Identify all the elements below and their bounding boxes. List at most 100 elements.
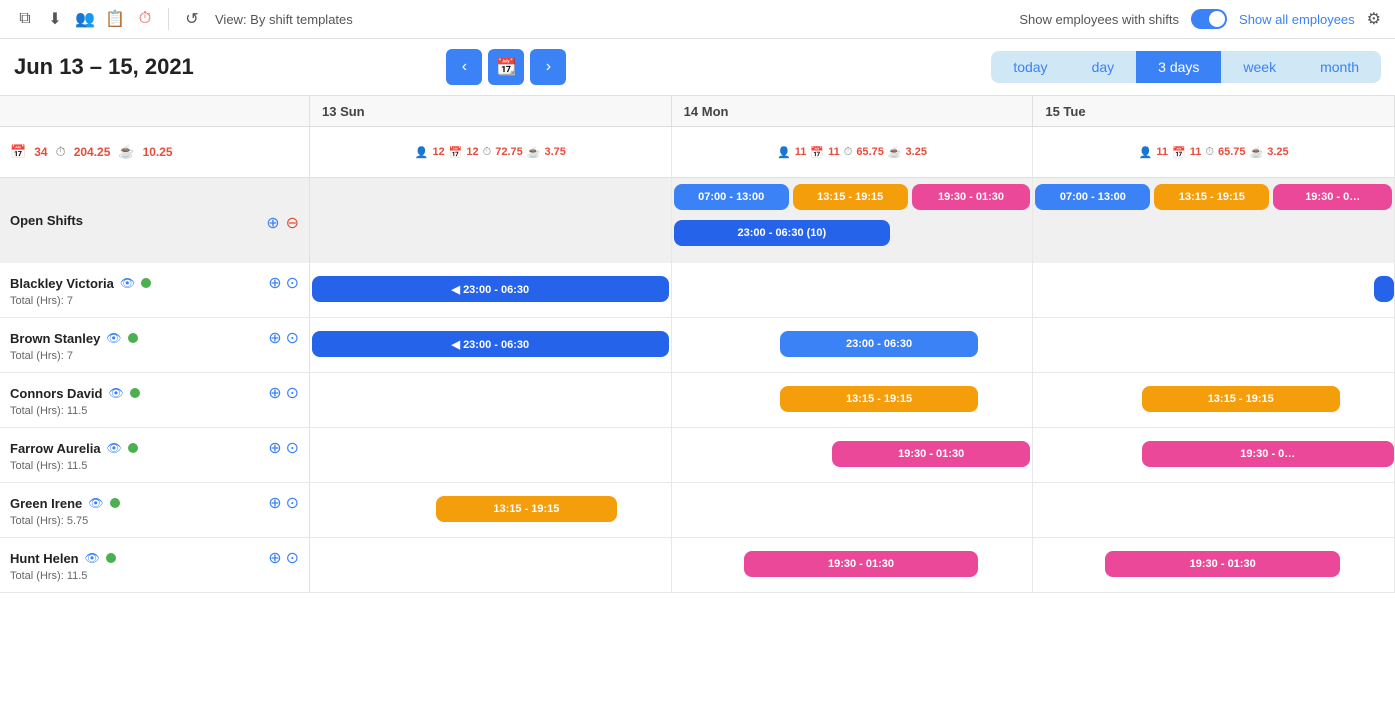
view-by-label: View: By shift templates bbox=[215, 12, 353, 27]
green-eye-icon[interactable]: 👁 bbox=[88, 496, 103, 510]
green-shift-0[interactable]: 13:15 - 19:15 bbox=[436, 496, 616, 522]
open-shifts-schedule: 07:00 - 13:00 13:15 - 19:15 19:30 - 01:3… bbox=[310, 178, 1395, 263]
farrow-add-icon[interactable]: ⊕ bbox=[268, 438, 281, 458]
date-range: Jun 13 – 15, 2021 bbox=[14, 54, 234, 80]
farrow-eye-icon[interactable]: 👁 bbox=[107, 441, 122, 455]
copy-icon[interactable]: ⧉ bbox=[14, 8, 36, 30]
day-button[interactable]: day bbox=[1070, 51, 1137, 83]
week-button[interactable]: week bbox=[1221, 51, 1298, 83]
day-stats: 👤 12 📅 12 ⏱ 72.75 ☕ 3.75 👤 11 📅 11 ⏱ 65 bbox=[310, 127, 1395, 177]
farrow-actions: ⊕ ⊙ bbox=[268, 438, 299, 458]
calendar-icon[interactable]: 📋 bbox=[104, 8, 126, 30]
day-stat-0: 👤 12 📅 12 ⏱ 72.75 ☕ 3.75 bbox=[310, 127, 672, 177]
connors-status-dot bbox=[130, 388, 140, 398]
employees-toggle[interactable] bbox=[1191, 9, 1227, 29]
today-button[interactable]: today bbox=[991, 51, 1069, 83]
d2-person: 11 bbox=[1156, 146, 1168, 158]
settings-icon[interactable]: ⚙ bbox=[1367, 9, 1381, 29]
green-add-icon[interactable]: ⊕ bbox=[268, 493, 281, 513]
header-right: 13 Sun 14 Mon 15 Tue bbox=[310, 96, 1395, 126]
connors-eye-icon[interactable]: 👁 bbox=[108, 386, 123, 400]
download-icon[interactable]: ⬇ bbox=[44, 8, 66, 30]
employee-row-farrow: Farrow Aurelia 👁 ⊕ ⊙ Total (Hrs): 11.5 1… bbox=[0, 428, 1395, 483]
open-shift-block-3[interactable]: 23:00 - 06:30 (10) bbox=[674, 220, 890, 246]
brown-actions: ⊕ ⊙ bbox=[268, 328, 299, 348]
blackley-eye-icon[interactable]: 👁 bbox=[120, 276, 135, 290]
toolbar-icons: ⧉ ⬇ 👥 📋 ⏱ ↺ View: By shift templates bbox=[14, 8, 353, 30]
hunt-shift-0[interactable]: 19:30 - 01:30 bbox=[744, 551, 978, 577]
connors-left: Connors David 👁 ⊕ ⊙ Total (Hrs): 11.5 bbox=[0, 373, 310, 427]
blackley-day-0: ◀ 23:00 - 06:30 bbox=[310, 263, 672, 318]
prev-button[interactable]: ‹ bbox=[446, 49, 482, 85]
brown-total: Total (Hrs): 7 bbox=[10, 350, 299, 362]
brown-shift-0[interactable]: ◀ 23:00 - 06:30 bbox=[312, 331, 669, 357]
next-button[interactable]: › bbox=[530, 49, 566, 85]
hunt-total: Total (Hrs): 11.5 bbox=[10, 570, 299, 582]
hunt-shift-1[interactable]: 19:30 - 01:30 bbox=[1105, 551, 1339, 577]
open-shift-block-2[interactable]: 19:30 - 01:30 bbox=[912, 184, 1031, 210]
hunt-clock-icon[interactable]: ⊙ bbox=[286, 548, 299, 568]
brown-add-icon[interactable]: ⊕ bbox=[268, 328, 281, 348]
show-all-employees-link[interactable]: Show all employees bbox=[1239, 12, 1355, 27]
connors-clock-icon[interactable]: ⊙ bbox=[286, 383, 299, 403]
stat-val-2: 204.25 bbox=[74, 145, 111, 159]
farrow-day-1: 19:30 - 01:30 bbox=[672, 428, 1034, 483]
connors-actions: ⊕ ⊙ bbox=[268, 383, 299, 403]
farrow-shift-0[interactable]: 19:30 - 01:30 bbox=[832, 441, 1030, 467]
d0-clock: 72.75 bbox=[495, 146, 523, 158]
connors-add-icon[interactable]: ⊕ bbox=[268, 383, 281, 403]
open-shift-block-0[interactable]: 07:00 - 13:00 bbox=[674, 184, 789, 210]
hunt-day-2: 19:30 - 01:30 bbox=[1033, 538, 1395, 593]
3days-button[interactable]: 3 days bbox=[1136, 51, 1221, 83]
brown-day-2 bbox=[1033, 318, 1395, 373]
header-left-empty bbox=[0, 96, 310, 126]
employee-row-connors: Connors David 👁 ⊕ ⊙ Total (Hrs): 11.5 13… bbox=[0, 373, 1395, 428]
open-shift-day-2: 07:00 - 13:00 13:15 - 19:15 19:30 - 0… bbox=[1033, 178, 1395, 263]
open-shift-block-5[interactable]: 13:15 - 19:15 bbox=[1154, 184, 1269, 210]
clock-icon[interactable]: ⏱ bbox=[134, 8, 156, 30]
blackley-day-2 bbox=[1033, 263, 1395, 318]
toolbar: ⧉ ⬇ 👥 📋 ⏱ ↺ View: By shift templates Sho… bbox=[0, 0, 1395, 39]
open-shift-block-6[interactable]: 19:30 - 0… bbox=[1273, 184, 1392, 210]
brown-schedule: ◀ 23:00 - 06:30 23:00 - 06:30 bbox=[310, 318, 1395, 372]
month-button[interactable]: month bbox=[1298, 51, 1381, 83]
stat-val-3: 10.25 bbox=[143, 145, 173, 159]
connors-shift-0[interactable]: 13:15 - 19:15 bbox=[780, 386, 978, 412]
brown-status-dot bbox=[128, 333, 138, 343]
hunt-add-icon[interactable]: ⊕ bbox=[268, 548, 281, 568]
farrow-name: Farrow Aurelia bbox=[10, 441, 101, 456]
toolbar-divider bbox=[168, 8, 169, 30]
hunt-day-1: 19:30 - 01:30 bbox=[672, 538, 1034, 593]
app-container: ⧉ ⬇ 👥 📋 ⏱ ↺ View: By shift templates Sho… bbox=[0, 0, 1395, 593]
blackley-add-icon[interactable]: ⊕ bbox=[268, 273, 281, 293]
farrow-shift-1[interactable]: 19:30 - 0… bbox=[1142, 441, 1394, 467]
open-shifts-row: Open Shifts ⊕ ⊖ 07:00 - 13:00 13:15 - 19… bbox=[0, 178, 1395, 263]
brown-eye-icon[interactable]: 👁 bbox=[106, 331, 121, 345]
refresh-icon[interactable]: ↺ bbox=[181, 8, 203, 30]
connors-shift-1[interactable]: 13:15 - 19:15 bbox=[1142, 386, 1340, 412]
blackley-shift-overflow[interactable] bbox=[1374, 276, 1394, 302]
add-open-shift-icon[interactable]: ⊕ bbox=[266, 213, 279, 233]
add-person-icon[interactable]: 👥 bbox=[74, 8, 96, 30]
open-shifts-left: Open Shifts ⊕ ⊖ bbox=[0, 178, 310, 263]
coffee-icon-overall: ☕ bbox=[118, 144, 134, 160]
connors-schedule: 13:15 - 19:15 13:15 - 19:15 bbox=[310, 373, 1395, 427]
remove-open-shift-icon[interactable]: ⊖ bbox=[286, 213, 299, 233]
calendar-picker-button[interactable]: 📆 bbox=[488, 49, 524, 85]
open-shift-block-1[interactable]: 13:15 - 19:15 bbox=[793, 184, 908, 210]
open-shift-day-1: 07:00 - 13:00 13:15 - 19:15 19:30 - 01:3… bbox=[672, 178, 1034, 263]
brown-shift-1[interactable]: 23:00 - 06:30 bbox=[780, 331, 978, 357]
farrow-clock-icon[interactable]: ⊙ bbox=[286, 438, 299, 458]
blackley-shift-0[interactable]: ◀ 23:00 - 06:30 bbox=[312, 276, 669, 302]
d0-person: 12 bbox=[432, 146, 444, 158]
green-clock-icon[interactable]: ⊙ bbox=[286, 493, 299, 513]
hunt-schedule: 19:30 - 01:30 19:30 - 01:30 bbox=[310, 538, 1395, 592]
farrow-schedule: 19:30 - 01:30 19:30 - 0… bbox=[310, 428, 1395, 482]
hunt-eye-icon[interactable]: 👁 bbox=[85, 551, 100, 565]
blackley-clock-icon[interactable]: ⊙ bbox=[286, 273, 299, 293]
date-header-bar: Jun 13 – 15, 2021 ‹ 📆 › today day 3 days… bbox=[0, 39, 1395, 96]
brown-clock-icon[interactable]: ⊙ bbox=[286, 328, 299, 348]
d2-cal: 11 bbox=[1190, 146, 1202, 158]
green-day-0: 13:15 - 19:15 bbox=[310, 483, 672, 538]
open-shift-block-4[interactable]: 07:00 - 13:00 bbox=[1035, 184, 1150, 210]
